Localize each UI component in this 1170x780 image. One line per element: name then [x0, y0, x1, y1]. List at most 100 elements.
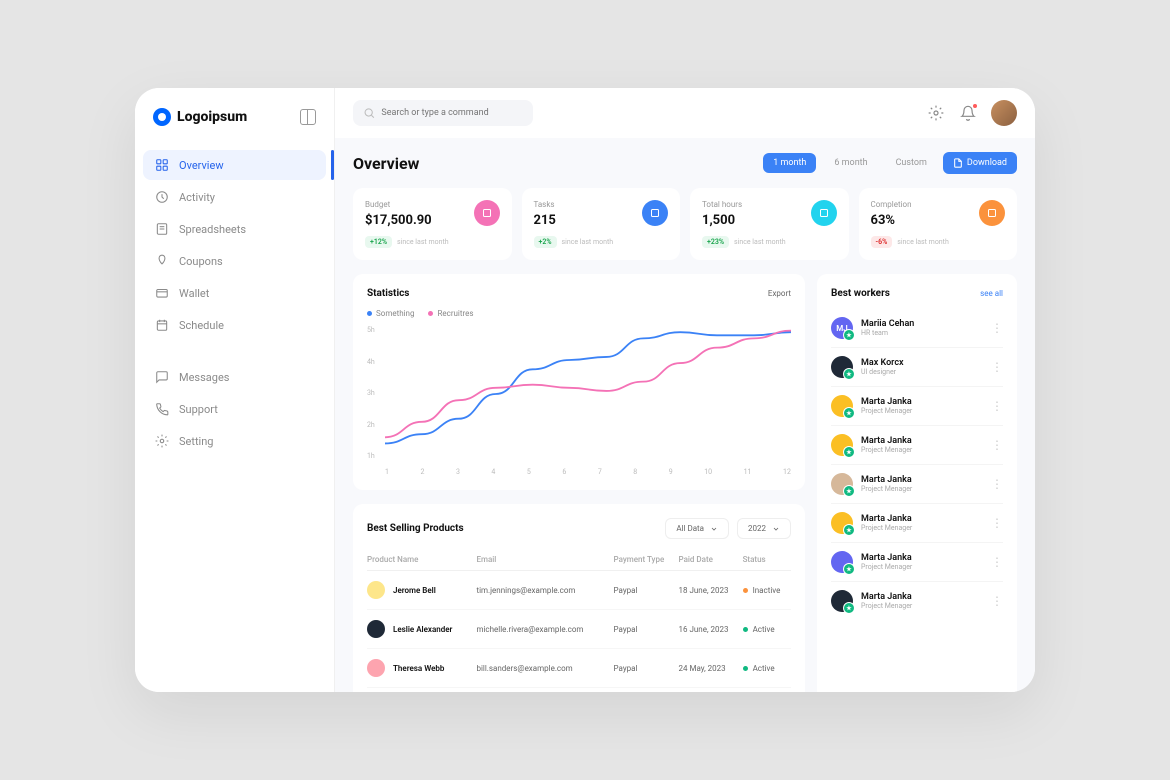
more-icon[interactable]: ⋮: [991, 321, 1003, 335]
worker-role: Project Menager: [861, 485, 912, 493]
brand-name: Logoipsum: [177, 109, 247, 125]
nav-item-activity[interactable]: Activity: [143, 182, 326, 212]
year-filter-select[interactable]: 2022: [737, 518, 791, 539]
products-title: Best Selling Products: [367, 523, 464, 534]
product-avatar: [367, 659, 385, 677]
nav-item-setting[interactable]: Setting: [143, 426, 326, 456]
nav-item-wallet[interactable]: Wallet: [143, 278, 326, 308]
worker-avatar: [831, 551, 853, 573]
statistics-panel: Statistics Export SomethingRecruitres 5h…: [353, 274, 805, 490]
nav-item-coupons[interactable]: Coupons: [143, 246, 326, 276]
nav-label: Support: [179, 403, 218, 416]
search-box[interactable]: [353, 100, 533, 126]
tab-custom[interactable]: Custom: [886, 153, 937, 173]
product-avatar: [367, 581, 385, 599]
stat-card-tasks: Tasks215+2%since last month: [522, 188, 681, 260]
legend-item: Recruitres: [428, 309, 473, 318]
product-email: bill.sanders@example.com: [476, 649, 613, 688]
nav-item-spreadsheets[interactable]: Spreadsheets: [143, 214, 326, 244]
more-icon[interactable]: ⋮: [991, 594, 1003, 608]
nav-icon: [155, 434, 169, 448]
more-icon[interactable]: ⋮: [991, 360, 1003, 374]
tab-1-month[interactable]: 1 month: [763, 153, 816, 173]
worker-item[interactable]: Max KorcxUI designer⋮: [831, 348, 1003, 387]
download-button[interactable]: Download: [943, 152, 1017, 174]
see-all-link[interactable]: see all: [980, 289, 1003, 298]
more-icon[interactable]: ⋮: [991, 477, 1003, 491]
tab-6-month[interactable]: 6 month: [824, 153, 877, 173]
worker-name: Marta Janka: [861, 592, 912, 602]
nav-item-messages[interactable]: Messages: [143, 362, 326, 392]
collapse-sidebar-icon[interactable]: [300, 109, 316, 125]
search-input[interactable]: [381, 108, 523, 118]
more-icon[interactable]: ⋮: [991, 438, 1003, 452]
product-name: Leslie Alexander: [393, 625, 452, 634]
more-icon[interactable]: ⋮: [991, 516, 1003, 530]
notifications-button[interactable]: [959, 104, 977, 122]
stat-card-budget: Budget$17,500.90+12%since last month: [353, 188, 512, 260]
card-icon: [642, 200, 668, 226]
nav-label: Activity: [179, 191, 215, 204]
brand-logo[interactable]: Logoipsum: [153, 108, 247, 126]
product-payment: Paypal: [614, 571, 679, 610]
nav-item-schedule[interactable]: Schedule: [143, 310, 326, 340]
user-avatar[interactable]: [991, 100, 1017, 126]
workers-panel: Best workers see all MJMariia CehanHR te…: [817, 274, 1017, 692]
nav-label: Messages: [179, 371, 229, 384]
worker-role: Project Menager: [861, 602, 912, 610]
nav-icon: [155, 190, 169, 204]
card-icon: [811, 200, 837, 226]
worker-item[interactable]: MJMariia CehanHR team⋮: [831, 309, 1003, 348]
export-button[interactable]: Export: [768, 289, 791, 298]
worker-name: Marta Janka: [861, 436, 912, 446]
worker-name: Marta Janka: [861, 553, 912, 563]
product-payment: Paypal: [614, 688, 679, 693]
data-filter-select[interactable]: All Data: [665, 518, 729, 539]
range-tabs: 1 month 6 month Custom: [763, 153, 937, 173]
worker-item[interactable]: Marta JankaProject Menager⋮: [831, 387, 1003, 426]
worker-item[interactable]: Marta JankaProject Menager ⋮: [831, 582, 1003, 620]
product-name: Jerome Bell: [393, 586, 436, 595]
card-icon: [474, 200, 500, 226]
more-icon[interactable]: ⋮: [991, 399, 1003, 413]
worker-role: Project Menager: [861, 563, 912, 571]
logo-icon: [153, 108, 171, 126]
card-icon: [979, 200, 1005, 226]
card-pct: +2%: [534, 236, 557, 248]
worker-name: Marta Janka: [861, 514, 912, 524]
nav-icon: [155, 286, 169, 300]
worker-item[interactable]: Marta JankaProject Menager ⋮: [831, 504, 1003, 543]
stat-card-completion: Completion63%-6%since last month: [859, 188, 1018, 260]
worker-name: Marta Janka: [861, 475, 912, 485]
card-pct: -6%: [871, 236, 893, 248]
nav-item-support[interactable]: Support: [143, 394, 326, 424]
table-row[interactable]: Jerome Belltim.jennings@example.comPaypa…: [367, 571, 791, 610]
table-header: Status: [743, 549, 791, 571]
nav-item-overview[interactable]: Overview: [143, 150, 326, 180]
product-status: Inactive: [743, 586, 791, 595]
settings-button[interactable]: [927, 104, 945, 122]
products-panel: Best Selling Products All Data 2022 Prod…: [353, 504, 805, 692]
page-title: Overview: [353, 154, 419, 173]
chevron-down-icon: [772, 525, 780, 533]
nav-icon: [155, 254, 169, 268]
product-payment: Paypal: [614, 649, 679, 688]
worker-avatar: [831, 473, 853, 495]
product-date: 19 April, 2023: [679, 688, 743, 693]
worker-role: Project Menager: [861, 524, 912, 532]
table-row[interactable]: Ralph Edwardsdolores@example.comPaypal19…: [367, 688, 791, 693]
more-icon[interactable]: ⋮: [991, 555, 1003, 569]
nav-label: Schedule: [179, 319, 224, 332]
worker-avatar: [831, 356, 853, 378]
legend-item: Something: [367, 309, 414, 318]
products-table: Product NameEmailPayment TypePaid DateSt…: [367, 549, 791, 692]
card-pct: +23%: [702, 236, 729, 248]
worker-item[interactable]: Marta JankaProject Menager ⋮: [831, 543, 1003, 582]
table-row[interactable]: Theresa Webbbill.sanders@example.comPayp…: [367, 649, 791, 688]
table-row[interactable]: Leslie Alexandermichelle.rivera@example.…: [367, 610, 791, 649]
worker-avatar: [831, 512, 853, 534]
nav-label: Overview: [179, 159, 224, 172]
worker-item[interactable]: Marta JankaProject Menager ⋮: [831, 465, 1003, 504]
topbar: [335, 88, 1035, 138]
worker-item[interactable]: Marta JankaProject Menager⋮: [831, 426, 1003, 465]
